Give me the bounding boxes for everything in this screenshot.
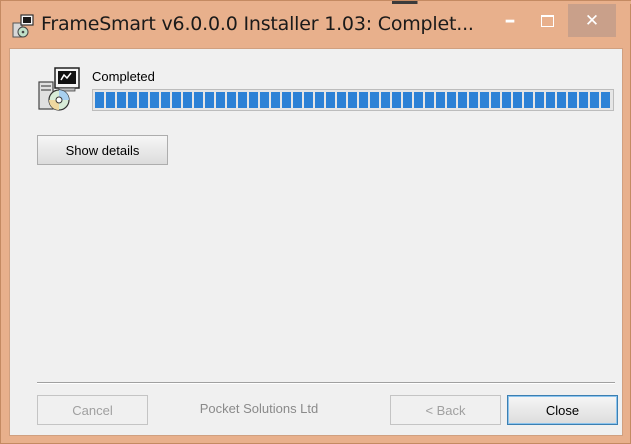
- back-button[interactable]: < Back: [390, 395, 501, 425]
- branding-text: Pocket Solutions Ltd: [199, 401, 319, 416]
- title-bar[interactable]: FrameSmart v6.0.0.0 Installer 1.03: Comp…: [1, 4, 630, 47]
- close-window-button[interactable]: ✕: [568, 4, 616, 37]
- install-progress-bar: [92, 89, 614, 111]
- installer-app-icon: [10, 13, 36, 39]
- status-label: Completed: [92, 69, 155, 84]
- footer-divider: [37, 382, 615, 384]
- installer-body: Completed Show details Cancel Pocket Sol…: [9, 48, 623, 436]
- minimize-button[interactable]: –: [493, 4, 527, 37]
- window-title: FrameSmart v6.0.0.0 Installer 1.03: Comp…: [41, 13, 474, 35]
- close-button[interactable]: Close: [507, 395, 618, 425]
- progress-fill: [95, 92, 611, 108]
- maximize-icon: [540, 14, 554, 27]
- cancel-button[interactable]: Cancel: [37, 395, 148, 425]
- maximize-button[interactable]: [530, 4, 564, 37]
- show-details-button[interactable]: Show details: [37, 135, 168, 165]
- installer-cd-computer-icon: [37, 66, 83, 112]
- close-icon: ✕: [584, 10, 600, 31]
- minimize-icon: –: [504, 8, 516, 33]
- installer-window: FrameSmart v6.0.0.0 Installer 1.03: Comp…: [0, 0, 631, 444]
